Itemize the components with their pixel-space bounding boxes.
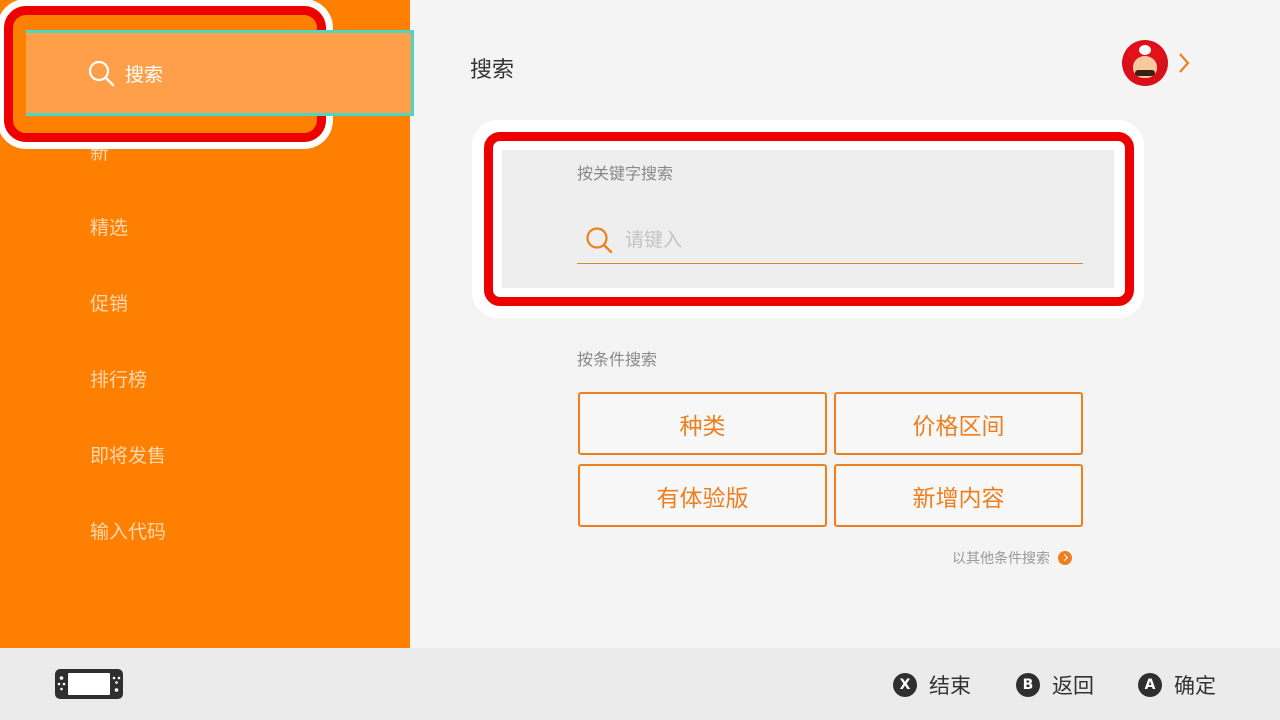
hint-confirm[interactable]: A 确定 [1138,670,1216,700]
has-demo-button[interactable]: 有体验版 [578,464,827,527]
sidebar-item-upcoming[interactable]: 即将发售 [90,441,166,471]
hint-label: 结束 [929,674,971,698]
chevron-right-icon[interactable] [1176,50,1192,80]
a-button-icon: A [1138,673,1162,697]
price-range-button[interactable]: 价格区间 [834,392,1083,455]
sidebar-item-redeem-code[interactable]: 输入代码 [90,517,166,547]
sidebar-item-featured[interactable]: 精选 [90,213,128,243]
highlight-frame-search [484,132,1134,306]
x-button-icon: X [893,673,917,697]
sidebar-item-ranking[interactable]: 排行榜 [90,365,147,395]
other-conditions-link[interactable]: 以其他条件搜索 [952,548,1072,568]
sidebar-item-search[interactable]: 搜索 [26,30,414,116]
user-avatar[interactable] [1122,40,1168,86]
footer-bar: X 结束 B 返回 A 确定 [0,648,1280,720]
handheld-console-icon [54,668,124,704]
sidebar-item-sales[interactable]: 促销 [90,289,128,319]
sidebar-item-label: 搜索 [125,63,164,86]
hint-end[interactable]: X 结束 [893,670,971,700]
hint-back[interactable]: B 返回 [1016,670,1094,700]
sidebar-item-new[interactable]: 新 [90,138,109,168]
hint-label: 确定 [1174,674,1216,698]
b-button-icon: B [1016,673,1040,697]
page-title: 搜索 [470,58,515,83]
arrow-circle-icon [1058,551,1072,565]
other-conditions-label: 以其他条件搜索 [952,551,1050,567]
genre-button[interactable]: 种类 [578,392,827,455]
hint-label: 返回 [1052,674,1094,698]
condition-search-label: 按条件搜索 [577,350,658,369]
search-icon [88,60,125,87]
new-content-button[interactable]: 新增内容 [834,464,1083,527]
